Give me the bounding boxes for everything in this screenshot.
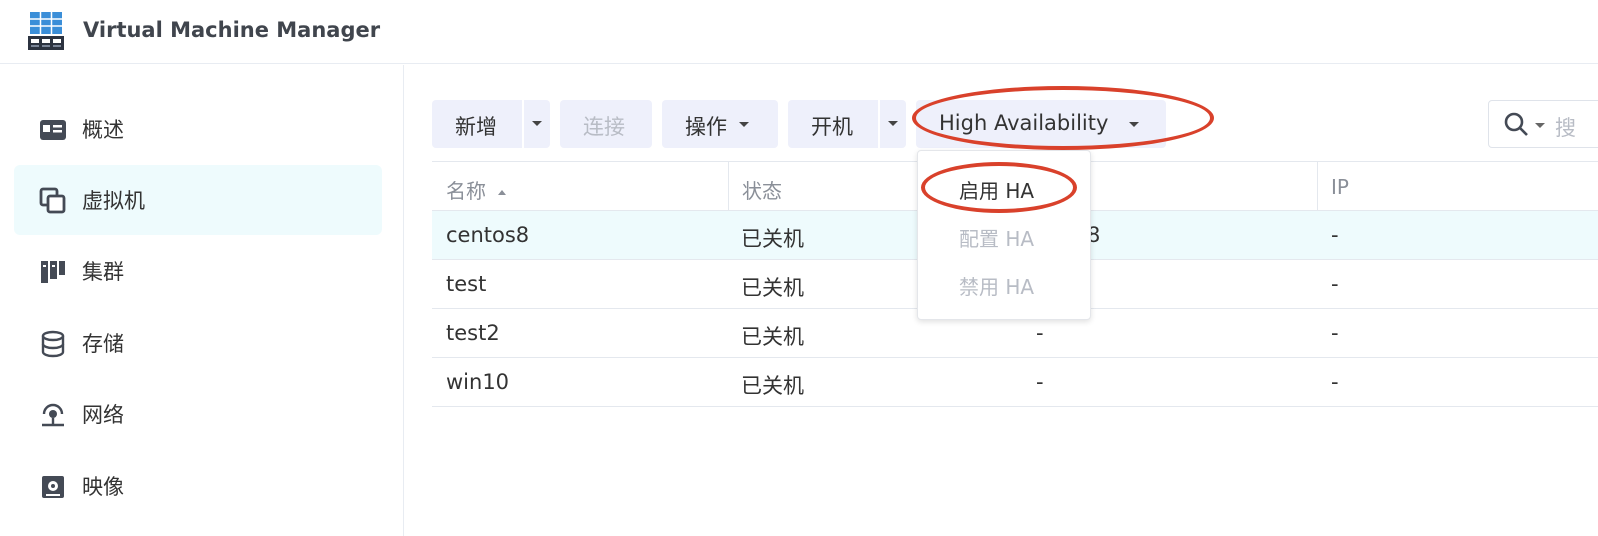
- cell-name: test2: [446, 321, 500, 345]
- sidebar-item-label: 网络: [82, 403, 124, 427]
- cell-status: 已关机: [741, 227, 804, 251]
- vmm-app-icon: [28, 12, 64, 50]
- menu-item-configure-ha[interactable]: 配置 HA: [918, 212, 1092, 258]
- sidebar-item-label: 集群: [82, 260, 124, 284]
- search-icon: [1504, 112, 1528, 136]
- cell-host: -: [1036, 321, 1044, 345]
- sidebar-item-network[interactable]: 网络: [14, 379, 382, 449]
- sidebar-item-virtual-machine[interactable]: 虚拟机: [14, 165, 382, 235]
- title-bar: Virtual Machine Manager: [0, 0, 1598, 64]
- ha-dropdown-menu: 启用 HA 配置 HA 禁用 HA: [917, 150, 1091, 320]
- app-title: Virtual Machine Manager: [83, 18, 381, 42]
- table-row[interactable]: win10 已关机 - -: [432, 358, 1598, 407]
- menu-item-label: 配置 HA: [959, 227, 1035, 251]
- power-on-button[interactable]: 开机: [788, 100, 878, 148]
- ha-button-label: High Availability: [939, 111, 1109, 135]
- sidebar-item-label: 概述: [82, 118, 124, 142]
- cell-name: win10: [446, 370, 510, 394]
- overview-card-icon: [40, 120, 66, 140]
- new-dropdown-toggle[interactable]: [524, 100, 550, 148]
- image-icon: [42, 476, 64, 498]
- new-button[interactable]: 新增: [432, 100, 522, 148]
- cell-host: -: [1036, 370, 1044, 394]
- sidebar-item-label: 虚拟机: [82, 189, 145, 213]
- sidebar-item-storage[interactable]: 存储: [14, 308, 382, 378]
- action-button-label: 操作: [685, 115, 727, 139]
- cell-ip: -: [1331, 272, 1339, 296]
- search-options-chevron-icon: [1535, 123, 1545, 128]
- chevron-down-icon: [739, 122, 749, 127]
- chevron-down-icon: [532, 121, 542, 126]
- sidebar-item-image[interactable]: 映像: [14, 451, 382, 521]
- cell-name: centos8: [446, 223, 530, 247]
- column-header-label: 名称: [446, 179, 486, 203]
- high-availability-dropdown-button[interactable]: High Availability: [916, 100, 1166, 148]
- power-on-split-button: 开机: [788, 100, 906, 148]
- chevron-down-icon: [1129, 122, 1139, 127]
- cell-ip: -: [1331, 223, 1339, 247]
- cell-ip: -: [1331, 370, 1339, 394]
- sidebar-item-label: 映像: [82, 475, 124, 499]
- menu-item-enable-ha[interactable]: 启用 HA: [918, 164, 1092, 210]
- menu-item-label: 启用 HA: [959, 179, 1035, 203]
- new-button-label: 新增: [455, 115, 497, 139]
- cluster-icon: [41, 261, 65, 283]
- power-on-button-label: 开机: [811, 115, 853, 139]
- column-header-name[interactable]: 名称: [446, 175, 507, 204]
- column-separator[interactable]: [1317, 162, 1318, 212]
- virtual-machine-icon: [39, 187, 66, 214]
- connect-button[interactable]: 连接: [560, 100, 652, 148]
- cell-name: test: [446, 272, 487, 296]
- sidebar-item-label: 存储: [82, 332, 124, 356]
- search-placeholder: 搜: [1555, 116, 1576, 140]
- storage-icon: [41, 330, 65, 358]
- cell-status: 已关机: [741, 276, 804, 300]
- action-dropdown-button[interactable]: 操作: [662, 100, 778, 148]
- sidebar-item-cluster[interactable]: 集群: [14, 236, 382, 306]
- sidebar: 概述 虚拟机 集群 存储 网络 映像: [0, 65, 404, 536]
- cell-status: 已关机: [741, 374, 804, 398]
- column-header-status[interactable]: 状态: [742, 175, 782, 204]
- column-header-ip[interactable]: IP: [1331, 175, 1349, 199]
- column-separator[interactable]: [728, 162, 729, 212]
- cell-status: 已关机: [741, 325, 804, 349]
- power-on-dropdown-toggle[interactable]: [880, 100, 906, 148]
- sort-ascending-icon: [498, 190, 507, 195]
- menu-item-label: 禁用 HA: [959, 275, 1035, 299]
- sidebar-item-overview[interactable]: 概述: [14, 94, 382, 164]
- menu-item-disable-ha[interactable]: 禁用 HA: [918, 260, 1092, 306]
- chevron-down-icon: [888, 121, 898, 126]
- new-split-button: 新增: [432, 100, 550, 148]
- search-input[interactable]: 搜: [1488, 100, 1598, 148]
- cell-ip: -: [1331, 321, 1339, 345]
- connect-button-label: 连接: [583, 115, 625, 139]
- network-icon: [42, 403, 64, 427]
